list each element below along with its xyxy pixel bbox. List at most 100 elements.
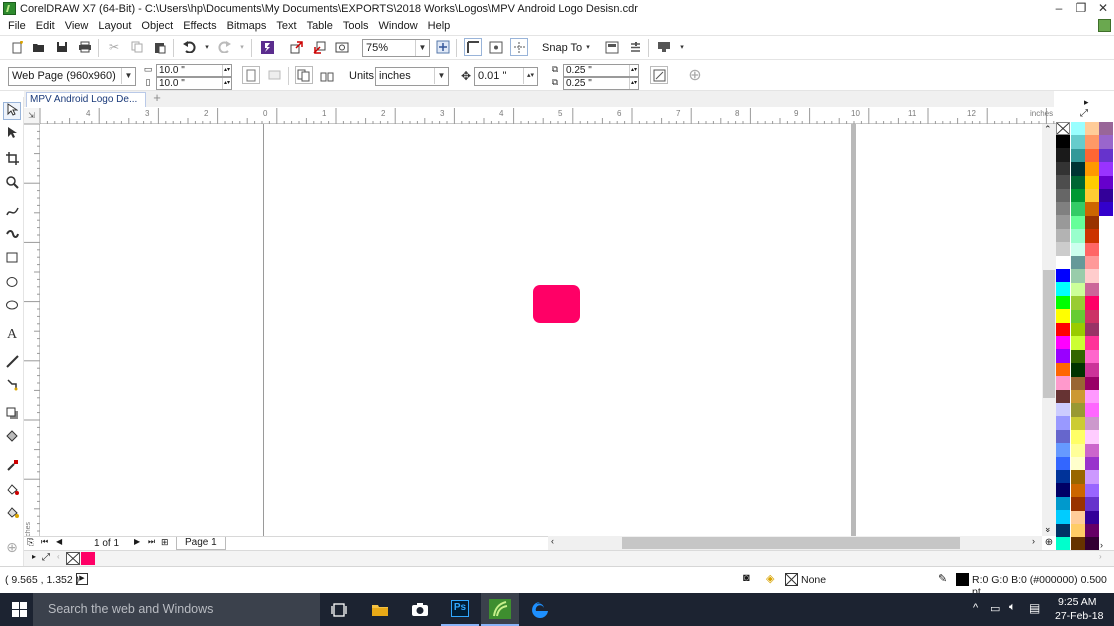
color-swatch[interactable]: [1071, 537, 1085, 551]
open-folder-icon[interactable]: [30, 38, 48, 56]
menu-tools[interactable]: Tools: [338, 20, 374, 32]
add-icon[interactable]: ⊕: [686, 66, 704, 84]
vertical-scrollbar[interactable]: ⌃ ⌄: [1042, 124, 1056, 536]
color-swatch[interactable]: [1056, 403, 1070, 417]
menu-text[interactable]: Text: [271, 20, 301, 32]
full-screen-preview-icon[interactable]: [434, 38, 452, 56]
export-icon[interactable]: [311, 38, 329, 56]
edge-browser-icon[interactable]: [521, 593, 559, 626]
scroll-up-icon[interactable]: ⌃: [1044, 124, 1052, 135]
color-swatch[interactable]: [1085, 363, 1099, 377]
drawing-canvas[interactable]: [40, 124, 1042, 536]
paste-icon[interactable]: [151, 38, 169, 56]
coreldraw-app-icon[interactable]: [3, 2, 16, 15]
color-swatch[interactable]: [1071, 282, 1085, 297]
color-swatch[interactable]: [1085, 457, 1099, 471]
color-swatch[interactable]: [1056, 443, 1070, 457]
document-tab[interactable]: MPV Android Logo De...: [26, 92, 146, 107]
color-swatch[interactable]: [1071, 376, 1085, 390]
color-swatch[interactable]: [1099, 148, 1113, 163]
new-tab-icon[interactable]: +: [150, 91, 164, 106]
color-swatch[interactable]: [1071, 242, 1085, 256]
zoom-level-combo[interactable]: 75% ▼: [362, 39, 430, 57]
color-swatch[interactable]: [1071, 148, 1085, 163]
show-hidden-icons-icon[interactable]: ^: [973, 602, 978, 614]
no-color-swatch[interactable]: [66, 552, 80, 565]
parallel-dimension-icon[interactable]: [3, 355, 21, 373]
horizontal-scrollbar[interactable]: ‹ ›: [548, 536, 1042, 550]
snap-to-label[interactable]: Snap To: [542, 42, 582, 54]
menu-file[interactable]: File: [3, 20, 31, 32]
palette-scroll-down-icon[interactable]: ⌄: [1044, 524, 1052, 535]
landscape-icon[interactable]: [265, 66, 283, 84]
vertical-scroll-thumb[interactable]: [1043, 270, 1055, 398]
last-page-icon[interactable]: ⏭: [148, 537, 155, 547]
color-swatch[interactable]: [1056, 349, 1070, 363]
color-swatch[interactable]: [1056, 295, 1070, 310]
taskbar-search-input[interactable]: Search the web and Windows: [33, 593, 320, 626]
color-swatch[interactable]: [1099, 175, 1113, 189]
windows-start-icon[interactable]: [12, 602, 27, 620]
spinner-icon[interactable]: ▴▾: [523, 68, 537, 84]
color-swatch[interactable]: [1056, 322, 1070, 336]
color-swatch[interactable]: [1056, 148, 1070, 162]
search-content-icon[interactable]: [258, 38, 276, 56]
new-document-icon[interactable]: [8, 38, 26, 56]
color-swatch[interactable]: [1071, 457, 1085, 471]
pick-tool-icon[interactable]: [3, 102, 21, 120]
artistic-media-icon[interactable]: [3, 228, 21, 246]
show-rulers-icon[interactable]: [464, 38, 482, 56]
menu-window[interactable]: Window: [374, 20, 423, 32]
previous-page-icon[interactable]: ◀: [56, 537, 62, 546]
eyedropper-tool-icon[interactable]: [3, 459, 21, 477]
color-swatch[interactable]: [1085, 497, 1099, 511]
color-swatch[interactable]: [1085, 470, 1099, 484]
restore-button[interactable]: ❐: [1070, 0, 1092, 17]
next-page-icon[interactable]: ▶: [134, 537, 140, 546]
scroll-right-icon[interactable]: ›: [1032, 536, 1035, 546]
coreldraw-taskbar-icon[interactable]: [481, 593, 519, 626]
color-swatch[interactable]: [1071, 497, 1085, 511]
page-preset-combo[interactable]: Web Page (960x960) ▼: [8, 67, 136, 86]
color-swatch[interactable]: [1099, 135, 1113, 149]
color-swatch[interactable]: [1071, 269, 1085, 283]
show-guidelines-icon[interactable]: [510, 38, 528, 56]
color-swatch[interactable]: [1056, 161, 1070, 176]
color-swatch[interactable]: [1085, 242, 1099, 256]
nudge-distance-input[interactable]: 0.01 " ▴▾: [474, 67, 538, 86]
color-swatch[interactable]: [1099, 202, 1113, 216]
color-swatch[interactable]: [1085, 189, 1099, 203]
color-swatch[interactable]: [1071, 122, 1085, 136]
welcome-screen-icon[interactable]: [603, 38, 621, 56]
menu-effects[interactable]: Effects: [178, 20, 221, 32]
color-swatch[interactable]: [1071, 215, 1085, 230]
color-swatch[interactable]: [1085, 430, 1099, 444]
launcher-dropdown-icon[interactable]: ▾: [673, 38, 691, 56]
color-swatch[interactable]: [1071, 363, 1085, 377]
color-swatch[interactable]: [1071, 470, 1085, 484]
action-center-icon[interactable]: ▤: [1029, 601, 1040, 615]
outline-color-swatch[interactable]: [956, 573, 969, 586]
clock-time[interactable]: 9:25 AM: [1058, 596, 1097, 608]
color-swatch[interactable]: [1071, 175, 1085, 189]
no-fill-swatch[interactable]: [785, 573, 798, 586]
color-swatch[interactable]: [1071, 309, 1085, 323]
color-swatch[interactable]: [1085, 202, 1099, 216]
vertical-ruler[interactable]: inches: [24, 124, 40, 542]
color-swatch[interactable]: [1071, 202, 1085, 216]
add-page-icon[interactable]: ⊞: [161, 537, 169, 548]
duplicate-y-input[interactable]: 0.25 " ▴▾: [563, 77, 639, 90]
color-swatch[interactable]: [1056, 470, 1070, 484]
color-swatch[interactable]: [1056, 523, 1070, 537]
text-tool-icon[interactable]: A: [3, 326, 21, 344]
color-swatch[interactable]: [1085, 390, 1099, 404]
color-swatch[interactable]: [1071, 323, 1085, 337]
palette-flyout-arrow-icon[interactable]: ▸: [1084, 97, 1089, 108]
color-swatch[interactable]: [1085, 336, 1099, 350]
color-swatch[interactable]: [1056, 510, 1070, 524]
color-swatch[interactable]: [1071, 256, 1085, 270]
color-swatch[interactable]: [1056, 175, 1070, 189]
color-swatch[interactable]: [1056, 242, 1070, 256]
color-swatch[interactable]: [1085, 537, 1099, 551]
color-swatch[interactable]: [1071, 296, 1085, 310]
